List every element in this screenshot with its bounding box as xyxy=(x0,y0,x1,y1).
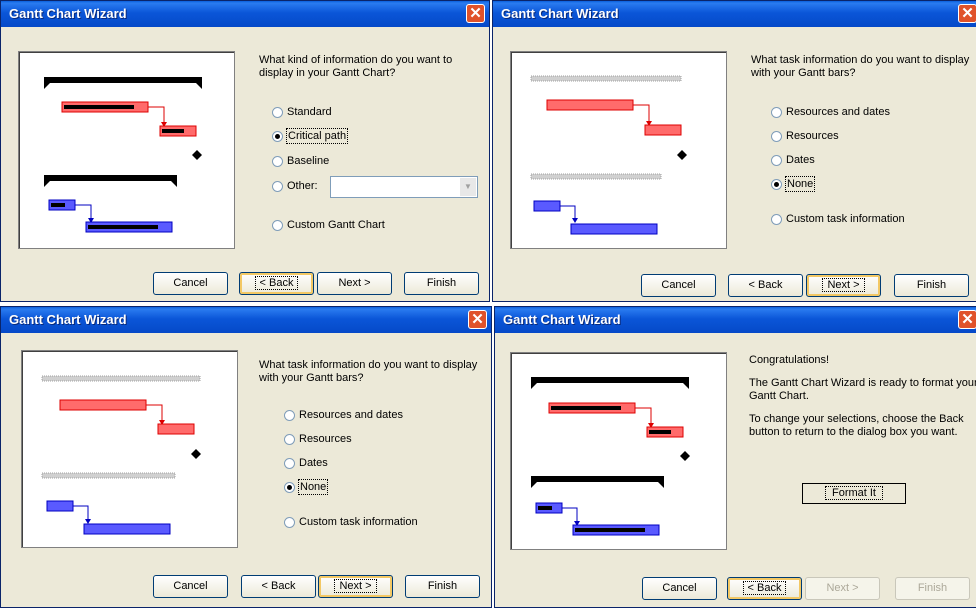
format-it-button[interactable]: Format It xyxy=(802,483,906,504)
radio-circle[interactable] xyxy=(272,131,283,142)
next-label: Next > xyxy=(826,582,859,594)
dialog-title: Gantt Chart Wizard xyxy=(501,6,619,21)
radio-circle[interactable] xyxy=(272,156,283,167)
next-button[interactable]: Next > xyxy=(806,274,881,297)
finish-button[interactable]: Finish xyxy=(405,575,480,598)
next-label: Next > xyxy=(334,579,377,593)
gantt-wizard-dialog-2: Gantt Chart Wizard ✕ What task informati… xyxy=(492,0,976,302)
radio-label: Other: xyxy=(287,180,318,192)
next-label: Next > xyxy=(822,278,865,292)
next-button[interactable]: Next > xyxy=(805,577,880,600)
radio-circle[interactable] xyxy=(771,155,782,166)
question-text: What kind of information do you want to … xyxy=(259,54,453,79)
radio-circle[interactable] xyxy=(284,482,295,493)
finish-label: Finish xyxy=(917,582,948,594)
next-button[interactable]: Next > xyxy=(317,272,392,295)
radio-label: Resources xyxy=(299,433,352,445)
close-icon[interactable]: ✕ xyxy=(466,4,485,23)
close-icon[interactable]: ✕ xyxy=(468,310,487,329)
dialog-title: Gantt Chart Wizard xyxy=(503,312,621,327)
gantt-preview-graphic xyxy=(41,375,201,535)
radio-circle[interactable] xyxy=(284,410,295,421)
radio-circle[interactable] xyxy=(284,458,295,469)
cancel-button[interactable]: Cancel xyxy=(153,272,228,295)
back-button[interactable]: < Back xyxy=(239,272,314,295)
cancel-button[interactable]: Cancel xyxy=(153,575,228,598)
back-label: < Back xyxy=(742,581,787,595)
gantt-preview-graphic xyxy=(531,377,690,536)
back-button[interactable]: < Back xyxy=(728,274,803,297)
question-text: What task information do you want to dis… xyxy=(259,359,478,384)
next-button[interactable]: Next > xyxy=(318,575,393,598)
finish-button[interactable]: Finish xyxy=(895,577,970,600)
cancel-button[interactable]: Cancel xyxy=(642,577,717,600)
ready-text: The Gantt Chart Wizard is ready to forma… xyxy=(749,377,976,402)
gantt-wizard-dialog-4: Gantt Chart Wizard ✕ Congratulations! Th… xyxy=(494,306,976,608)
radio-label: None xyxy=(784,176,816,192)
change-text: To change your selections, choose the Ba… xyxy=(749,413,964,438)
title-bar[interactable]: Gantt Chart Wizard ✕ xyxy=(495,307,976,333)
radio-label: Resources xyxy=(786,130,839,142)
radio-label: Baseline xyxy=(287,155,330,167)
cancel-label: Cancel xyxy=(173,277,208,289)
radio-circle[interactable] xyxy=(771,214,782,225)
finish-label: Finish xyxy=(916,279,947,291)
radio-circle[interactable] xyxy=(272,181,283,192)
gantt-preview-graphic xyxy=(44,77,202,233)
cancel-button[interactable]: Cancel xyxy=(641,274,716,297)
dialog-title: Gantt Chart Wizard xyxy=(9,6,127,21)
radio-label: Custom task information xyxy=(299,516,418,528)
title-bar[interactable]: Gantt Chart Wizard ✕ xyxy=(1,1,489,27)
radio-label: Resources and dates xyxy=(299,409,403,421)
gantt-preview xyxy=(510,352,727,550)
gantt-preview xyxy=(510,51,727,249)
back-label: < Back xyxy=(254,276,299,290)
finish-label: Finish xyxy=(427,580,458,592)
question-text: What task information do you want to dis… xyxy=(751,54,970,79)
gantt-wizard-dialog-1: Gantt Chart Wizard ✕ What kind of inform… xyxy=(0,0,490,302)
next-label: Next > xyxy=(338,277,371,289)
radio-label: Custom task information xyxy=(786,213,905,225)
radio-label: Dates xyxy=(786,154,815,166)
close-icon[interactable]: ✕ xyxy=(958,310,976,329)
title-bar[interactable]: Gantt Chart Wizard ✕ xyxy=(493,1,976,27)
back-label: < Back xyxy=(748,279,783,291)
gantt-wizard-dialog-3: Gantt Chart Wizard ✕ What task informati… xyxy=(0,306,492,608)
gantt-preview-graphic xyxy=(530,75,687,235)
radio-label: Critical path xyxy=(285,128,349,144)
radio-circle[interactable] xyxy=(284,434,295,445)
gantt-preview xyxy=(18,51,235,249)
congrats-heading: Congratulations! xyxy=(749,354,830,366)
cancel-label: Cancel xyxy=(661,279,696,291)
radio-circle[interactable] xyxy=(272,107,283,118)
title-bar[interactable]: Gantt Chart Wizard ✕ xyxy=(1,307,491,333)
finish-label: Finish xyxy=(426,277,457,289)
format-it-label: Format It xyxy=(824,486,884,500)
back-button[interactable]: < Back xyxy=(241,575,316,598)
back-button[interactable]: < Back xyxy=(727,577,802,600)
finish-button[interactable]: Finish xyxy=(894,274,969,297)
radio-circle[interactable] xyxy=(284,517,295,528)
cancel-label: Cancel xyxy=(662,582,697,594)
radio-circle[interactable] xyxy=(771,179,782,190)
other-format-combo[interactable]: ▼ xyxy=(330,176,478,198)
chevron-down-icon[interactable]: ▼ xyxy=(460,178,476,196)
radio-label: Standard xyxy=(287,106,332,118)
radio-label: Custom Gantt Chart xyxy=(287,219,385,231)
radio-label: Dates xyxy=(299,457,328,469)
finish-button[interactable]: Finish xyxy=(404,272,479,295)
dialog-title: Gantt Chart Wizard xyxy=(9,312,127,327)
cancel-label: Cancel xyxy=(173,580,208,592)
radio-circle[interactable] xyxy=(771,107,782,118)
radio-label: None xyxy=(297,479,329,495)
radio-circle[interactable] xyxy=(771,131,782,142)
back-label: < Back xyxy=(261,580,296,592)
congrats-panel: Congratulations! The Gantt Chart Wizard … xyxy=(749,354,976,449)
close-icon[interactable]: ✕ xyxy=(958,4,976,23)
gantt-preview xyxy=(21,350,238,548)
radio-circle[interactable] xyxy=(272,220,283,231)
radio-label: Resources and dates xyxy=(786,106,890,118)
